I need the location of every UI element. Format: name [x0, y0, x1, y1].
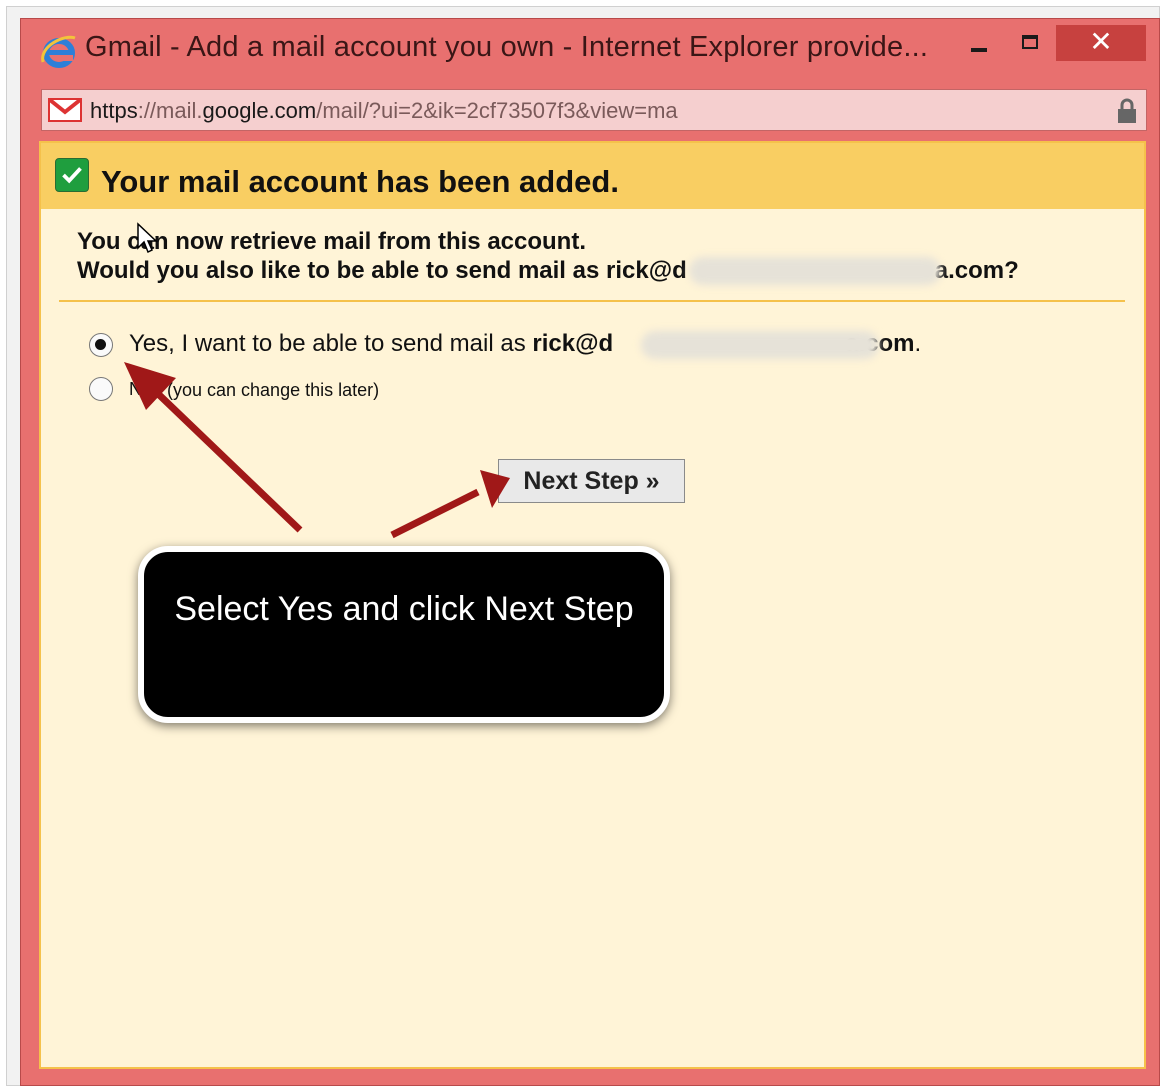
close-icon[interactable]: ✕ — [1056, 25, 1146, 61]
checkmark-icon — [55, 158, 89, 192]
url-separator: ://mail. — [137, 98, 203, 123]
redaction-blur — [641, 331, 879, 359]
url-domain: google.com — [202, 98, 317, 123]
next-step-button[interactable]: Next Step » — [498, 459, 685, 503]
yes-label-text: Yes, I want to be able to send mail as — [129, 330, 533, 357]
ie-logo-icon — [41, 35, 76, 68]
instruction-callout: Select Yes and click Next Step — [138, 546, 670, 723]
url-scheme: https — [90, 98, 138, 123]
radio-yes[interactable] — [89, 333, 113, 357]
radio-no-hint: (you can change this later) — [167, 380, 380, 400]
url-text[interactable]: https://mail.google.com/mail/?ui=2&ik=2c… — [90, 98, 678, 124]
maximize-icon[interactable] — [1018, 31, 1048, 61]
title-bar[interactable]: Gmail - Add a mail account you own - Int… — [21, 19, 1159, 83]
gmail-icon — [48, 98, 82, 122]
window-title: Gmail - Add a mail account you own - Int… — [85, 31, 929, 63]
lock-icon — [1118, 98, 1136, 123]
banner-title: Your mail account has been added. — [101, 164, 619, 199]
yes-period: . — [914, 330, 922, 357]
success-banner: Your mail account has been added. — [41, 143, 1144, 209]
divider — [59, 300, 1125, 302]
mouse-cursor-icon — [137, 222, 158, 254]
redaction-blur — [689, 257, 941, 285]
minimize-icon[interactable] — [966, 34, 996, 64]
address-bar[interactable]: https://mail.google.com/mail/?ui=2&ik=2c… — [41, 89, 1147, 131]
url-path: /mail/?ui=2&ik=2cf73507f3&view=ma — [316, 98, 678, 123]
yes-email-start: rick@d — [532, 330, 614, 357]
info-email-start: Would you also like to be able to send m… — [77, 257, 687, 284]
info-email-end: a.com? — [934, 257, 1019, 284]
radio-no[interactable] — [89, 377, 113, 401]
radio-no-label[interactable]: No — [129, 379, 152, 400]
